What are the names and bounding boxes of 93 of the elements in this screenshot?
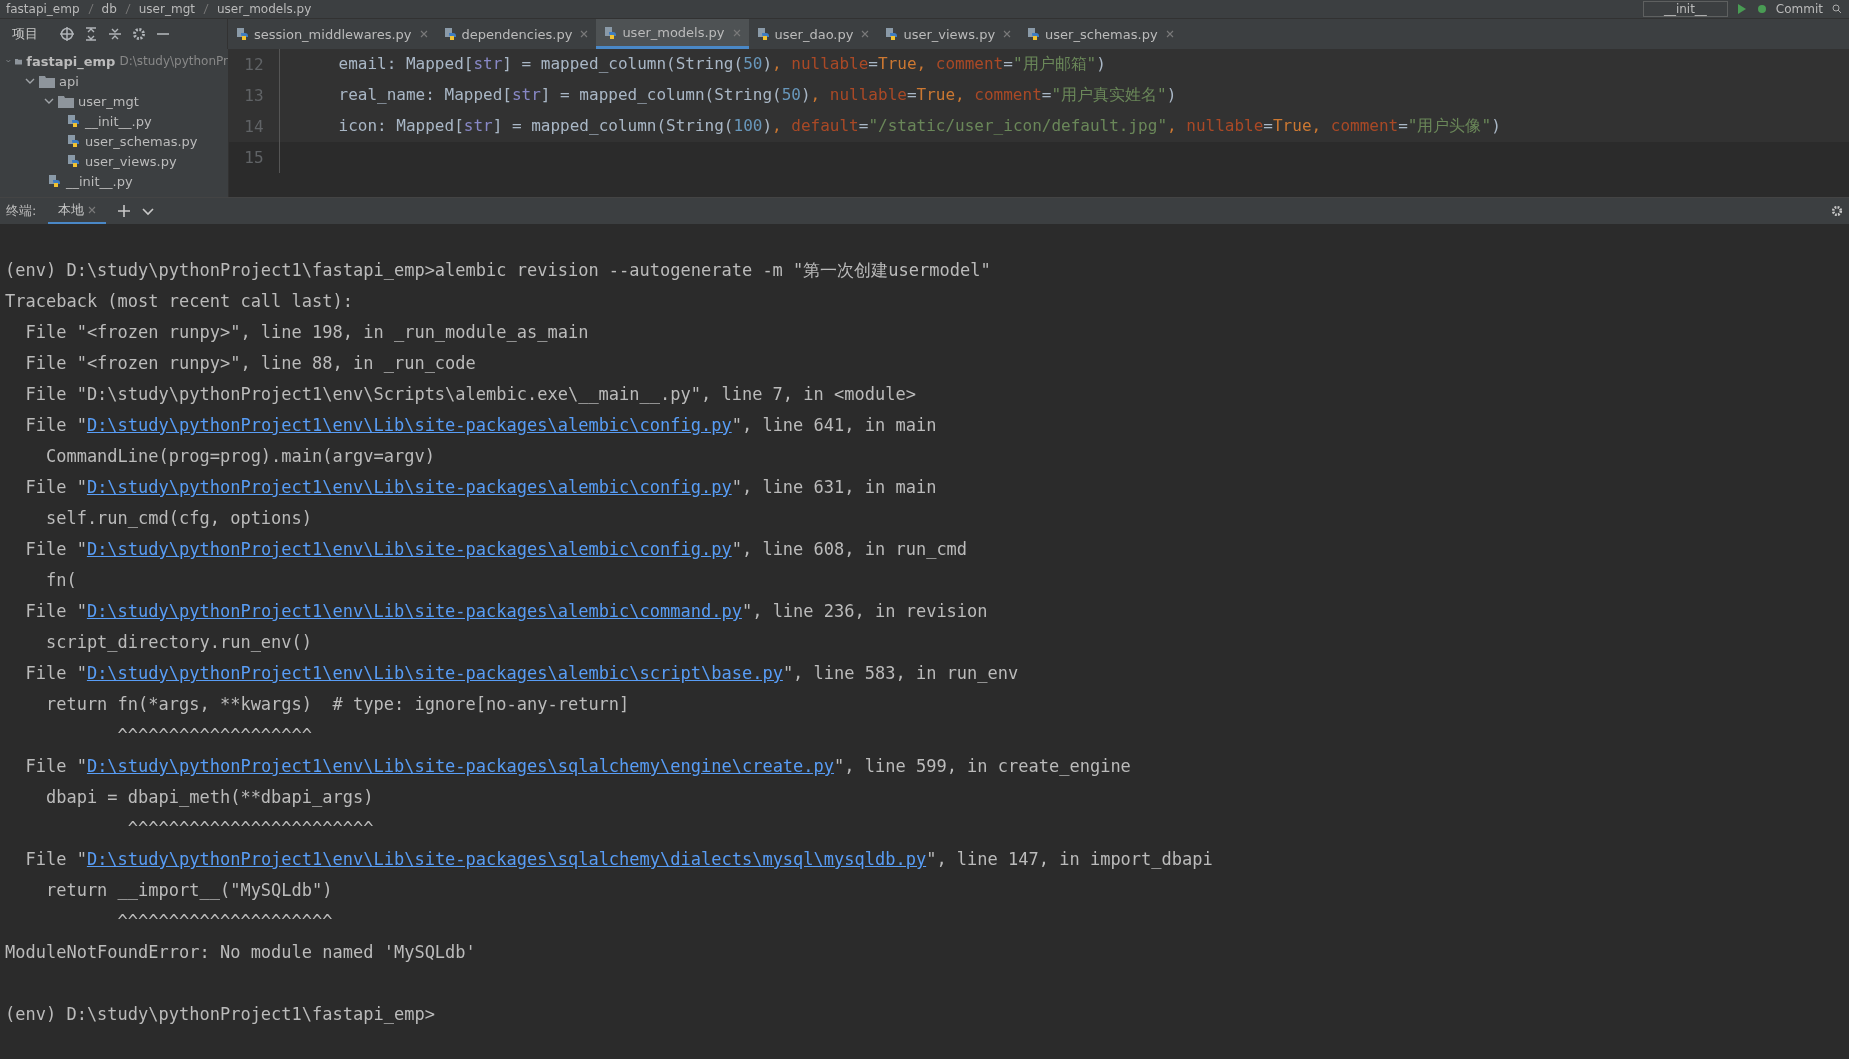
- tree-item[interactable]: user_mgt: [0, 91, 228, 111]
- python-file-icon: [67, 134, 81, 148]
- editor-tab[interactable]: dependencies.py: [435, 19, 597, 49]
- terminal-text: File ": [24, 848, 87, 871]
- terminal-line: File "<frozen runpy>", line 198, in _run_module_as_main: [24, 321, 590, 344]
- terminal-line: script_directory.run_env(): [44, 631, 314, 654]
- chevron-down-icon[interactable]: [142, 205, 155, 217]
- terminal-line: ^^^^^^^^^^^^^^^^^^^^^: [116, 910, 334, 933]
- editor-tab[interactable]: user_dao.py: [748, 19, 878, 49]
- close-icon[interactable]: [580, 30, 589, 38]
- terminal-line: return fn(*args, **kwargs) # type: ignore[no-any-return]: [44, 693, 631, 716]
- terminal-text: File ": [24, 414, 87, 437]
- close-icon[interactable]: [1165, 30, 1174, 38]
- folder-icon: [39, 74, 55, 88]
- python-file-icon: [885, 27, 900, 41]
- line-number: 15: [229, 142, 280, 173]
- tree-item[interactable]: user_views.py: [0, 151, 228, 171]
- editor-tab[interactable]: user_models.py: [596, 19, 749, 49]
- play-icon[interactable]: [1735, 4, 1748, 14]
- close-icon[interactable]: [419, 30, 428, 38]
- terminal-text: ", line 631, in main: [731, 476, 937, 499]
- terminal-line: File "<frozen runpy>", line 88, in _run_code: [24, 352, 477, 375]
- separator-icon: [202, 3, 209, 15]
- terminal-line: Traceback (most recent call last):: [5, 290, 354, 313]
- run-config-dropdown[interactable]: __init__: [1642, 1, 1728, 17]
- python-file-icon: [67, 154, 81, 168]
- code-line: email: Mapped[str] = mapped_column(String(50), nullable=True, comment="用户邮箱"): [337, 54, 1106, 75]
- terminal-text: File ": [24, 662, 87, 685]
- editor-tab[interactable]: session_middlewares.py: [228, 19, 436, 49]
- terminal-line: fn(: [44, 569, 78, 592]
- terminal-text: File ": [24, 476, 87, 499]
- terminal-line: (env) D:\study\pythonProject1\fastapi_emp>alembic revision --autogenerate -m "第一次创建usermodel": [5, 259, 992, 282]
- editor-tab[interactable]: user_schemas.py: [1019, 19, 1182, 49]
- python-file-icon: [443, 27, 458, 41]
- file-link[interactable]: D:\study\pythonProject1\env\Lib\site-packages\sqlalchemy\engine\create.py: [86, 751, 835, 782]
- python-file-icon: [756, 27, 771, 41]
- terminal-text: ", line 641, in main: [731, 414, 937, 437]
- python-file-icon: [1027, 27, 1042, 41]
- project-panel-title[interactable]: 项目: [12, 25, 38, 43]
- terminal-line: (env) D:\study\pythonProject1\fastapi_emp>: [5, 1003, 436, 1026]
- terminal-line: ^^^^^^^^^^^^^^^^^^^^^^^^: [126, 817, 375, 840]
- code-line: real_name: Mapped[str] = mapped_column(String(50), nullable=True, comment="用户真实姓名"): [337, 85, 1177, 106]
- python-file-icon: [604, 25, 619, 40]
- terminal-line: ModuleNotFoundError: No module named 'MySQLdb': [5, 941, 477, 964]
- terminal-line: return __import__("MySQLdb"): [44, 879, 334, 902]
- tree-item[interactable]: __init__.py: [0, 111, 228, 131]
- breadcrumb-item[interactable]: user_mgt: [138, 2, 195, 16]
- separator-icon: [124, 3, 131, 15]
- python-file-icon: [236, 27, 250, 41]
- file-link[interactable]: D:\study\pythonProject1\env\Lib\site-packages\alembic\config.py: [86, 472, 732, 503]
- terminal-text: File ": [24, 600, 87, 623]
- plus-icon[interactable]: [118, 205, 131, 217]
- expand-all-icon[interactable]: [84, 27, 98, 41]
- code-line: icon: Mapped[str] = mapped_column(String(100), default="/static/user_icon/default.jpg", nullable=True, comment="用户头像"): [337, 116, 1501, 137]
- breadcrumb-item[interactable]: db: [101, 2, 117, 16]
- terminal-line: dbapi = dbapi_meth(**dbapi_args): [44, 786, 375, 809]
- terminal-label: 终端:: [6, 202, 37, 220]
- folder-icon: [58, 94, 74, 108]
- terminal-text: ", line 583, in run_env: [782, 662, 1019, 685]
- terminal-text: ", line 236, in revision: [741, 600, 988, 623]
- tree-item[interactable]: api: [0, 71, 228, 91]
- python-file-icon: [48, 174, 62, 188]
- terminal-line: CommandLine(prog=prog).main(argv=argv): [44, 445, 436, 468]
- settings-icon[interactable]: [1831, 205, 1843, 217]
- tree-item[interactable]: user_schemas.py: [0, 131, 228, 151]
- collapse-all-icon[interactable]: [108, 27, 122, 41]
- search-icon[interactable]: [1831, 4, 1843, 14]
- file-link[interactable]: D:\study\pythonProject1\env\Lib\site-packages\sqlalchemy\dialects\mysql\mysqldb.py: [86, 844, 927, 875]
- file-link[interactable]: D:\study\pythonProject1\env\Lib\site-packages\alembic\config.py: [86, 410, 732, 441]
- editor-tab[interactable]: user_views.py: [877, 19, 1020, 49]
- terminal-text: ", line 608, in run_cmd: [731, 538, 968, 561]
- terminal-line: ^^^^^^^^^^^^^^^^^^^: [116, 724, 314, 747]
- terminal-text: ", line 599, in create_engine: [834, 755, 1131, 778]
- python-file-icon: [67, 114, 81, 128]
- terminal-text: ", line 147, in import_dbapi: [926, 848, 1213, 871]
- close-icon[interactable]: [861, 30, 870, 38]
- commit-button[interactable]: Commit: [1775, 2, 1823, 16]
- target-icon[interactable]: [60, 27, 74, 41]
- breadcrumb-item[interactable]: user_models.py: [216, 2, 312, 16]
- terminal-text: File ": [24, 755, 87, 778]
- file-link[interactable]: D:\study\pythonProject1\env\Lib\site-packages\alembic\command.py: [86, 596, 742, 627]
- settings-icon[interactable]: [132, 27, 146, 41]
- file-link[interactable]: D:\study\pythonProject1\env\Lib\site-packages\alembic\config.py: [86, 534, 732, 565]
- close-icon[interactable]: [88, 205, 97, 214]
- separator-icon: [87, 3, 94, 15]
- file-link[interactable]: D:\study\pythonProject1\env\Lib\site-packages\alembic\script\base.py: [86, 658, 783, 689]
- terminal-line: File "D:\study\pythonProject1\env\Scripts\alembic.exe\__main__.py", line 7, in <module>: [24, 383, 917, 406]
- terminal-line: self.run_cmd(cfg, options): [44, 507, 314, 530]
- terminal-text: File ": [24, 538, 87, 561]
- tree-item[interactable]: __init__.py: [0, 171, 228, 191]
- close-icon[interactable]: [1003, 30, 1012, 38]
- breadcrumb-item[interactable]: fastapi_emp: [6, 2, 80, 16]
- tree-item[interactable]: fastapi_emp D:\study\pythonPr: [0, 51, 228, 71]
